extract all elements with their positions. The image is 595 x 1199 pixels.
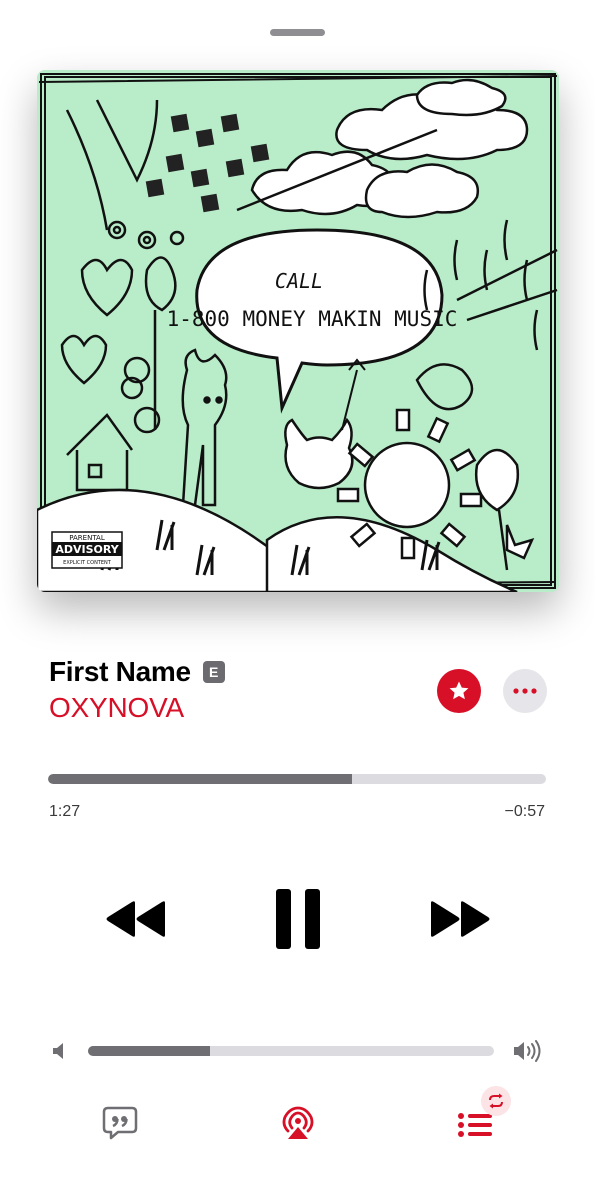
lyrics-button[interactable] bbox=[100, 1104, 140, 1142]
queue-list-icon bbox=[458, 1113, 492, 1137]
quote-bubble-icon bbox=[102, 1106, 138, 1140]
star-icon bbox=[449, 681, 469, 700]
more-options-button[interactable] bbox=[503, 669, 547, 713]
advisory-main: ADVISORY bbox=[55, 543, 119, 556]
pause-icon bbox=[276, 889, 320, 949]
album-artwork: CALL 1-800 MONEY MAKIN MUSIC PARENTAL AD… bbox=[37, 70, 559, 592]
bubble-line2: 1-800 MONEY MAKIN MUSIC bbox=[167, 307, 458, 331]
airplay-audio-icon bbox=[282, 1106, 314, 1139]
explicit-badge: E bbox=[202, 661, 225, 683]
volume-level-fill bbox=[88, 1046, 210, 1056]
song-title: First Name bbox=[49, 656, 191, 687]
volume-slider[interactable] bbox=[88, 1046, 494, 1056]
next-button[interactable] bbox=[428, 898, 492, 940]
fast-forward-icon bbox=[431, 901, 490, 937]
time-remaining: −0:57 bbox=[504, 803, 545, 820]
rewind-icon bbox=[106, 901, 165, 937]
playback-scrubber[interactable] bbox=[48, 774, 546, 784]
playback-progress-fill bbox=[48, 774, 352, 784]
advisory-bottom: EXPLICIT CONTENT bbox=[63, 560, 112, 566]
queue-button[interactable] bbox=[456, 1110, 494, 1140]
time-elapsed: 1:27 bbox=[49, 803, 81, 820]
favorite-button[interactable] bbox=[437, 669, 481, 713]
repeat-badge[interactable] bbox=[481, 1086, 511, 1116]
speaker-low-icon bbox=[53, 1043, 63, 1059]
album-art-drawing: CALL 1-800 MONEY MAKIN MUSIC PARENTAL AD… bbox=[37, 70, 559, 592]
artist-name[interactable]: OXYNOVA bbox=[49, 692, 184, 724]
airplay-button[interactable] bbox=[278, 1103, 318, 1143]
ellipsis-icon bbox=[513, 688, 537, 694]
speaker-high-icon bbox=[514, 1040, 541, 1062]
previous-button[interactable] bbox=[104, 898, 168, 940]
advisory-label: PARENTAL ADVISORY EXPLICIT CONTENT bbox=[51, 531, 123, 569]
volume-high-indicator bbox=[512, 1038, 544, 1064]
pause-button[interactable] bbox=[273, 887, 323, 951]
sheet-grabber[interactable] bbox=[270, 29, 325, 36]
volume-low-indicator bbox=[50, 1040, 68, 1062]
repeat-icon bbox=[489, 1093, 503, 1109]
advisory-top: PARENTAL bbox=[69, 534, 105, 542]
bubble-line1: CALL bbox=[275, 269, 323, 293]
